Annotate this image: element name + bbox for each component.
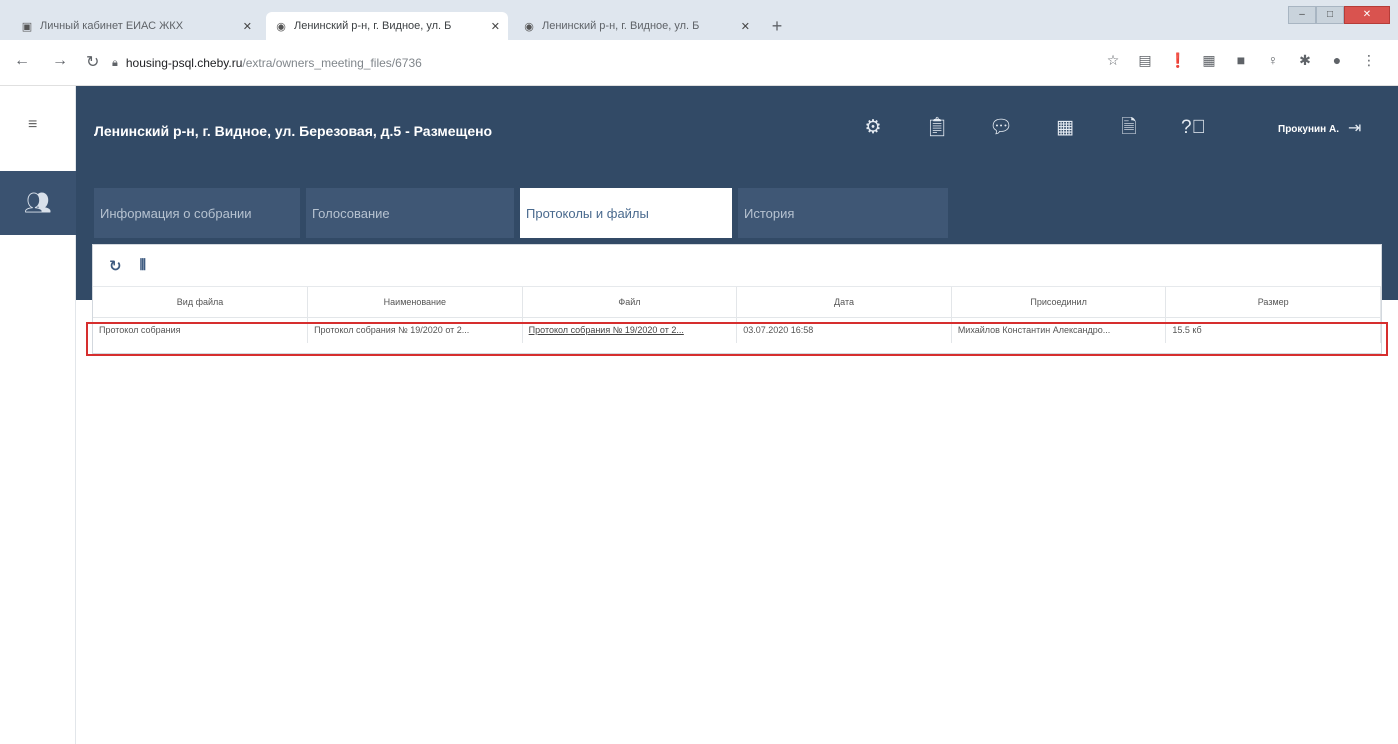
back-arrow-icon[interactable]: ← bbox=[14, 52, 30, 70]
help-icon[interactable]: ?⃝ bbox=[1181, 116, 1206, 140]
column-header-date[interactable]: Дата bbox=[736, 287, 952, 318]
tab-history[interactable]: История bbox=[738, 188, 948, 238]
clipboard-edit-icon[interactable]: 📋︎ bbox=[925, 116, 949, 140]
extension-icon[interactable]: ♀ bbox=[1265, 52, 1281, 69]
close-tab-icon[interactable]: ✕ bbox=[741, 20, 750, 33]
header-toolbar: ⚙ 📋︎ 💬︎ ▦ 🗎 ?⃝ bbox=[861, 116, 1205, 140]
grid-toolbar: ↻ ⫴ bbox=[93, 245, 1381, 287]
left-rail: ≡ 👥︎ bbox=[0, 86, 76, 744]
users-icon: 👥︎ bbox=[24, 190, 52, 215]
window-close-icon[interactable]: ✕ bbox=[1344, 6, 1390, 24]
tab-voting[interactable]: Голосование bbox=[306, 188, 514, 238]
browser-tab-title: Ленинский р-н, г. Видное, ул. Б bbox=[294, 20, 452, 32]
address-bar: ← → ↻ 🔒︎ housing-psql.cheby.ru/extra/own… bbox=[0, 40, 1398, 86]
extension-icon[interactable]: ■ bbox=[1233, 52, 1249, 69]
more-vertical-icon[interactable]: ⋮ bbox=[1361, 52, 1377, 69]
columns-icon[interactable]: ⫴ bbox=[140, 257, 146, 274]
puzzle-icon[interactable]: ✱ bbox=[1297, 52, 1313, 69]
new-tab-icon[interactable]: + bbox=[765, 14, 789, 38]
close-tab-icon[interactable]: ✕ bbox=[491, 20, 500, 33]
hamburger-menu-icon[interactable]: ≡ bbox=[28, 116, 37, 134]
files-table: Вид файла Наименование Файл Дата Присоед… bbox=[93, 287, 1381, 343]
tab-protocols-files[interactable]: Протоколы и файлы bbox=[520, 188, 732, 238]
tab-meeting-info[interactable]: Информация о собрании bbox=[94, 188, 300, 238]
browser-tab-strip: ▣ Личный кабинет ЕИАС ЖКХ ✕ ◉ Ленинский … bbox=[0, 0, 1398, 40]
chat-icon[interactable]: 💬︎ bbox=[989, 116, 1013, 140]
column-header-name[interactable]: Наименование bbox=[307, 287, 523, 318]
reload-icon[interactable]: ↻ bbox=[86, 52, 99, 72]
extension-icons: ☆ ▤ ❗ ▦ ■ ♀ ✱ ● ⋮ bbox=[1105, 52, 1377, 69]
site-favicon-icon: ▣ bbox=[21, 20, 33, 33]
browser-tab-title: Личный кабинет ЕИАС ЖКХ bbox=[40, 20, 184, 32]
table-row[interactable]: Протокол собрания Протокол собрания № 19… bbox=[93, 317, 1381, 343]
lock-icon: 🔒︎ bbox=[112, 56, 118, 69]
calendar-icon[interactable]: ▦ bbox=[1053, 116, 1077, 140]
cell-file-type: Протокол собрания bbox=[93, 317, 309, 343]
bookmark-star-icon[interactable]: ☆ bbox=[1105, 52, 1121, 69]
url-input[interactable]: 🔒︎ housing-psql.cheby.ru/extra/owners_me… bbox=[112, 49, 1132, 77]
file-download-link[interactable]: Протокол собрания № 19/2020 от 2... bbox=[522, 317, 738, 343]
gear-icon[interactable]: ⚙ bbox=[861, 116, 885, 140]
column-header-attached-by[interactable]: Присоединил bbox=[951, 287, 1167, 318]
document-icon[interactable]: 🗎 bbox=[1117, 116, 1141, 140]
logout-icon[interactable]: ⇥ bbox=[1348, 118, 1361, 138]
column-header-size[interactable]: Размер bbox=[1165, 287, 1381, 318]
browser-tab-3[interactable]: ◉ Ленинский р-н, г. Видное, ул. Б ✕ bbox=[514, 12, 758, 40]
maximize-icon[interactable]: □ bbox=[1316, 6, 1344, 24]
globe-icon: ◉ bbox=[524, 20, 534, 33]
url-host: housing-psql.cheby.ru bbox=[125, 56, 243, 70]
close-tab-icon[interactable]: ✕ bbox=[243, 20, 252, 33]
cell-date: 03.07.2020 16:58 bbox=[736, 317, 952, 343]
users-nav-item[interactable]: 👥︎ bbox=[0, 171, 76, 235]
extension-icon[interactable]: ▤ bbox=[1137, 52, 1153, 69]
minimize-icon[interactable]: – bbox=[1288, 6, 1316, 24]
profile-avatar-icon[interactable]: ● bbox=[1329, 52, 1345, 69]
table-header-row: Вид файла Наименование Файл Дата Присоед… bbox=[93, 287, 1381, 318]
cell-name: Протокол собрания № 19/2020 от 2... bbox=[307, 317, 523, 343]
files-panel: ↻ ⫴ Вид файла Наименование Файл Дата При… bbox=[92, 244, 1382, 354]
tab-strip: Информация о собрании Голосование Проток… bbox=[94, 188, 954, 238]
cell-attached-by: Михайлов Константин Александро... bbox=[951, 317, 1167, 343]
window-controls: – □ ✕ bbox=[1288, 6, 1390, 24]
browser-tab-1[interactable]: ▣ Личный кабинет ЕИАС ЖКХ ✕ bbox=[12, 12, 260, 40]
browser-tab-2[interactable]: ◉ Ленинский р-н, г. Видное, ул. Б ✕ bbox=[266, 12, 508, 40]
refresh-icon[interactable]: ↻ bbox=[109, 257, 122, 275]
url-path: /extra/owners_meeting_files/6736 bbox=[242, 56, 422, 70]
forward-arrow-icon[interactable]: → bbox=[52, 52, 68, 70]
cell-size: 15.5 кб bbox=[1165, 317, 1381, 343]
user-name[interactable]: Прокунин А. bbox=[1278, 124, 1339, 135]
extension-icon[interactable]: ▦ bbox=[1201, 52, 1217, 69]
column-header-file[interactable]: Файл bbox=[522, 287, 738, 318]
column-header-file-type[interactable]: Вид файла bbox=[93, 287, 309, 318]
browser-tab-title: Ленинский р-н, г. Видное, ул. Б bbox=[542, 20, 700, 32]
globe-icon: ◉ bbox=[276, 20, 286, 33]
extension-icon[interactable]: ❗ bbox=[1169, 52, 1186, 69]
page-title: Ленинский р-н, г. Видное, ул. Березовая,… bbox=[94, 123, 493, 139]
